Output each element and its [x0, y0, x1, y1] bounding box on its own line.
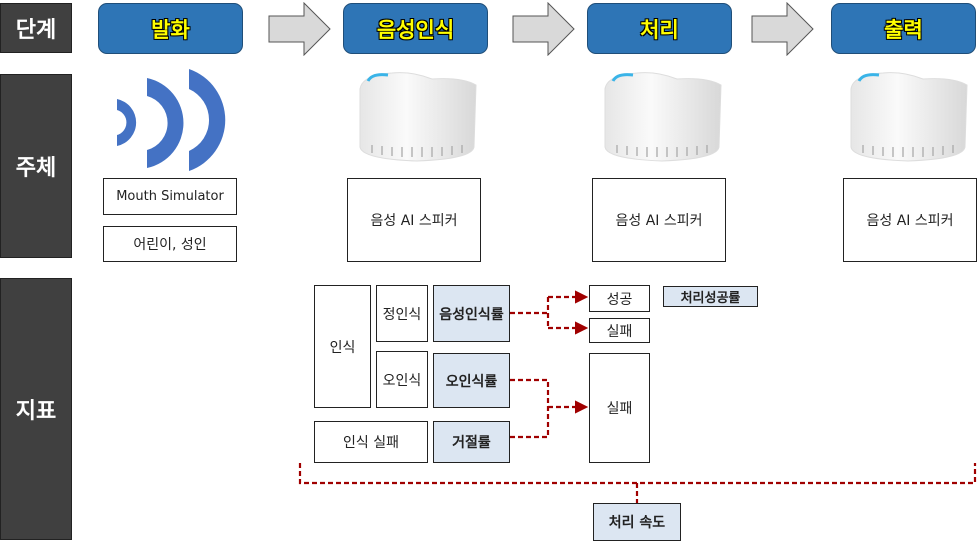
connector-lines	[298, 290, 977, 503]
